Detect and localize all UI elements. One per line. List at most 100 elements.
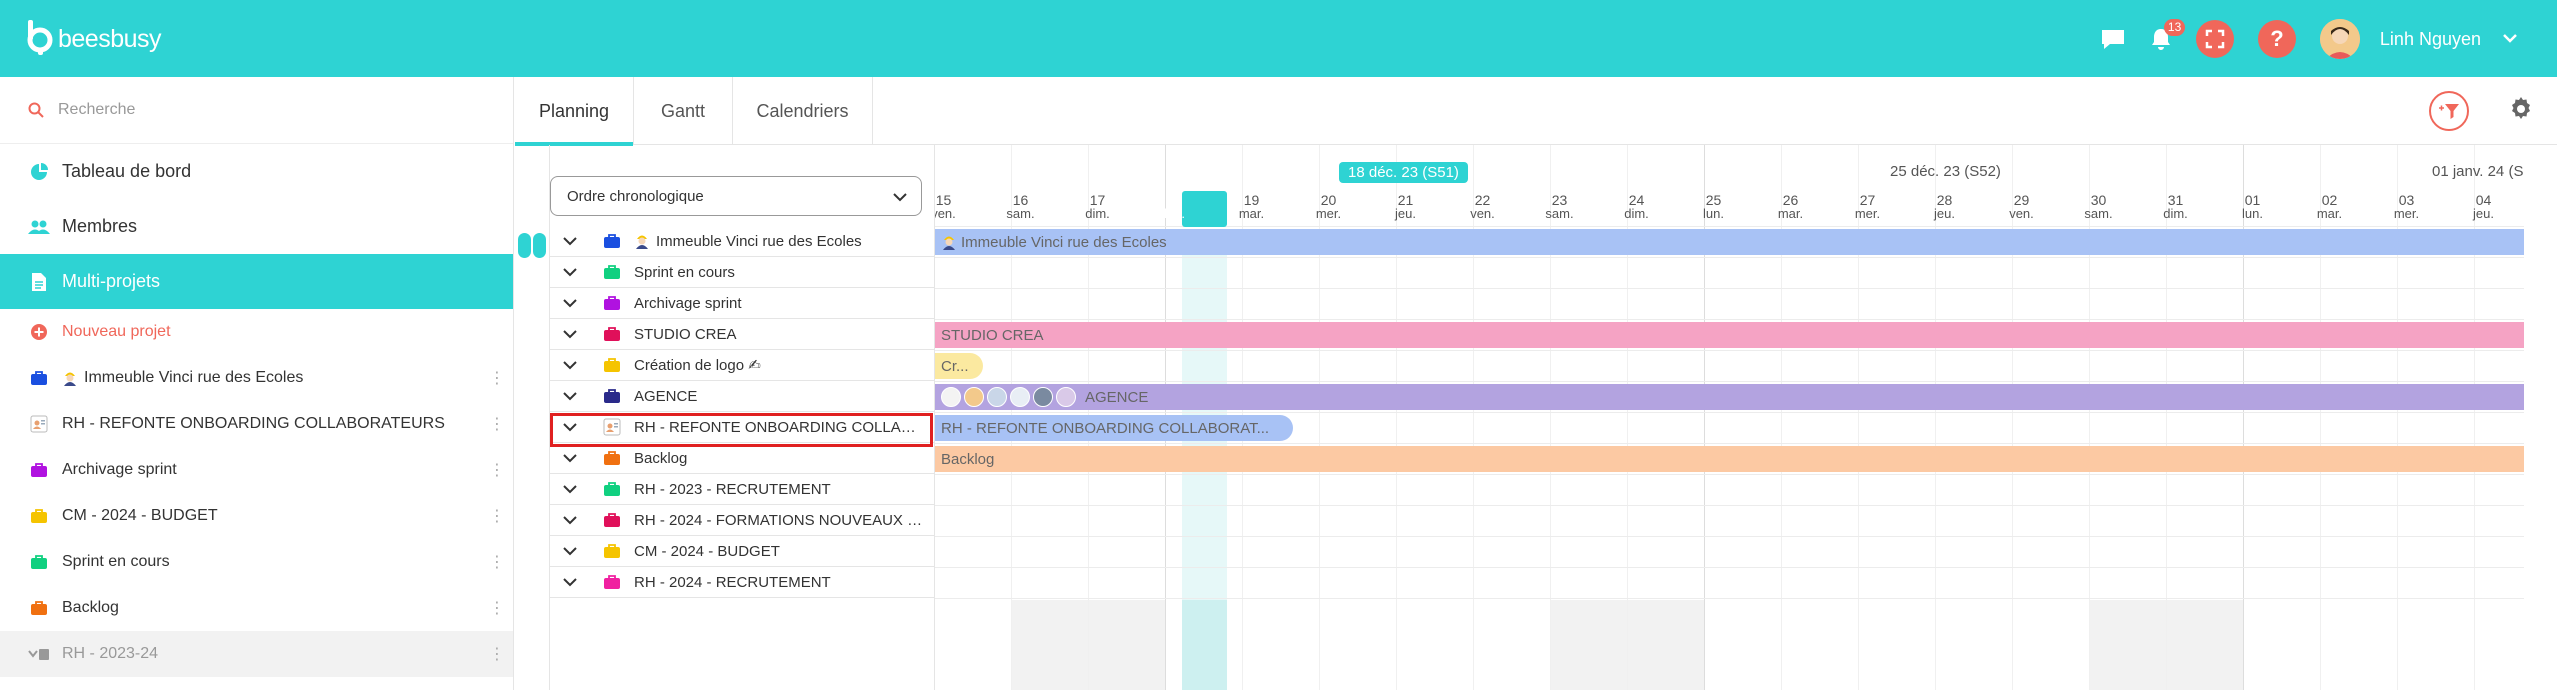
tab-calendars[interactable]: Calendriers <box>733 77 873 145</box>
filter-button[interactable] <box>2429 91 2469 131</box>
order-select-value: Ordre chronologique <box>567 187 704 205</box>
briefcase-icon <box>602 264 622 280</box>
chat-icon <box>2101 30 2124 49</box>
planning-row[interactable]: CM - 2024 - BUDGET <box>550 536 935 567</box>
sidebar-project-item[interactable]: Immeuble Vinci rue des Ecoles ⋮ <box>0 355 513 401</box>
user-avatar[interactable] <box>2319 19 2360 59</box>
timeline-bar[interactable]: STUDIO CREA <box>935 322 2524 348</box>
chevron-down-icon[interactable] <box>550 329 590 339</box>
row-divider <box>935 567 2524 568</box>
day-name: lun. <box>2242 206 2263 221</box>
day-number: 27 <box>1859 192 1876 208</box>
chevron-down-icon[interactable] <box>550 391 590 401</box>
day-name: mar. <box>1238 206 1265 221</box>
sidebar-project-item[interactable]: Backlog ⋮ <box>0 585 513 631</box>
day-name: mer. <box>1854 206 1881 221</box>
row-label: AGENCE <box>634 387 698 405</box>
sidebar-project-item[interactable]: RH - REFONTE ONBOARDING COLLABORATEURS ⋮ <box>0 401 513 447</box>
nav-multi-projects[interactable]: Multi-projets <box>0 254 513 309</box>
logo-text: beesbusy <box>58 24 162 53</box>
day-header: 03 mer. <box>2368 193 2445 221</box>
chevron-down-icon[interactable] <box>550 298 590 308</box>
chevron-down-icon[interactable] <box>550 236 590 246</box>
planning-row[interactable]: RH - 2024 - FORMATIONS NOUVEAUX COLLABOR… <box>550 505 935 536</box>
collapse-all-button[interactable] <box>533 233 546 258</box>
day-number: 01 <box>2244 192 2261 208</box>
project-group[interactable]: RH - 2023-24 ⋮ <box>0 631 513 677</box>
timeline-bar[interactable]: Cr... <box>935 353 983 379</box>
tab-label: Gantt <box>660 100 706 121</box>
expand-all-button[interactable] <box>518 233 531 258</box>
day-name: sam. <box>1006 206 1035 221</box>
planning-row[interactable]: Création de logo ✍ <box>550 350 935 381</box>
timeline-bar[interactable]: AGENCE <box>935 384 2524 410</box>
chevron-down-icon[interactable] <box>550 267 590 277</box>
day-header: 16 sam. <box>982 193 1059 221</box>
fullscreen-button[interactable] <box>2195 20 2234 58</box>
planning-row[interactable]: RH - 2023 - RECRUTEMENT <box>550 474 935 505</box>
search-input[interactable] <box>58 101 458 119</box>
search-bar <box>0 77 513 144</box>
row-divider <box>935 257 2524 258</box>
more-options-icon[interactable]: ⋮ <box>489 644 505 664</box>
briefcase-icon <box>602 357 622 373</box>
more-options-icon[interactable]: ⋮ <box>489 506 505 526</box>
day-number: 04 <box>2475 192 2492 208</box>
planning-row[interactable]: RH - 2024 - RECRUTEMENT <box>550 567 935 598</box>
planning-row[interactable]: Immeuble Vinci rue des Ecoles <box>550 226 935 257</box>
planning-row[interactable]: Sprint en cours <box>550 257 935 288</box>
day-name: ven. <box>2009 206 2034 221</box>
day-name: lun. <box>1164 206 1185 221</box>
planning-row[interactable]: AGENCE <box>550 381 935 412</box>
user-name[interactable]: Linh Nguyen <box>2380 29 2481 50</box>
chevron-down-icon[interactable] <box>550 484 590 494</box>
new-project-button[interactable]: Nouveau projet <box>0 309 513 355</box>
nav-dashboard[interactable]: Tableau de bord <box>0 144 513 199</box>
help-icon: ? <box>2270 26 2284 51</box>
app-logo[interactable]: beesbusy <box>26 18 162 56</box>
day-name: mer. <box>1315 206 1342 221</box>
member-avatar <box>1010 387 1030 407</box>
nav-label: Multi-projets <box>62 271 161 291</box>
planning-row[interactable]: Archivage sprint <box>550 288 935 319</box>
chevron-down-icon[interactable] <box>2503 30 2517 48</box>
worker-icon <box>941 234 957 250</box>
tab-planning[interactable]: Planning <box>515 77 634 146</box>
notifications-button[interactable]: 13 <box>2150 19 2186 51</box>
timeline-bar[interactable]: Immeuble Vinci rue des Ecoles <box>935 229 2524 255</box>
today-column-footer <box>1182 600 1227 690</box>
tab-label: Calendriers <box>756 100 849 121</box>
timeline-bar[interactable]: RH - REFONTE ONBOARDING COLLABORAT... <box>935 415 1293 441</box>
chevron-down-icon[interactable] <box>550 360 590 370</box>
sidebar-project-item[interactable]: Archivage sprint ⋮ <box>0 447 513 493</box>
more-options-icon[interactable]: ⋮ <box>489 598 505 618</box>
planning-row[interactable]: STUDIO CREA <box>550 319 935 350</box>
more-options-icon[interactable]: ⋮ <box>489 368 505 388</box>
row-label: CM - 2024 - BUDGET <box>634 542 780 560</box>
chat-button[interactable] <box>2100 27 2126 51</box>
member-avatar <box>941 387 961 407</box>
timeline-bar[interactable]: Backlog <box>935 446 2524 472</box>
more-options-icon[interactable]: ⋮ <box>489 552 505 572</box>
briefcase-icon <box>602 295 622 311</box>
sidebar-project-item[interactable]: Sprint en cours ⋮ <box>0 539 513 585</box>
more-options-icon[interactable]: ⋮ <box>489 414 505 434</box>
briefcase-icon <box>28 370 50 386</box>
day-header: 21 jeu. <box>1367 193 1444 221</box>
row-label: Archivage sprint <box>634 294 742 312</box>
chevron-down-icon[interactable] <box>550 577 590 587</box>
row-label: Sprint en cours <box>634 263 735 281</box>
nav-members[interactable]: Membres <box>0 199 513 254</box>
help-button[interactable]: ? <box>2257 20 2296 58</box>
day-name: dim. <box>1624 206 1649 221</box>
settings-gear-icon[interactable] <box>2508 96 2534 127</box>
chevron-down-icon[interactable] <box>550 453 590 463</box>
order-select[interactable]: Ordre chronologique <box>550 176 922 216</box>
tab-gantt[interactable]: Gantt <box>634 77 733 145</box>
chevron-down-icon[interactable] <box>550 515 590 525</box>
more-options-icon[interactable]: ⋮ <box>489 460 505 480</box>
planning-row[interactable]: Backlog <box>550 443 935 474</box>
briefcase-icon <box>602 574 622 590</box>
sidebar-project-item[interactable]: CM - 2024 - BUDGET ⋮ <box>0 493 513 539</box>
chevron-down-icon[interactable] <box>550 546 590 556</box>
